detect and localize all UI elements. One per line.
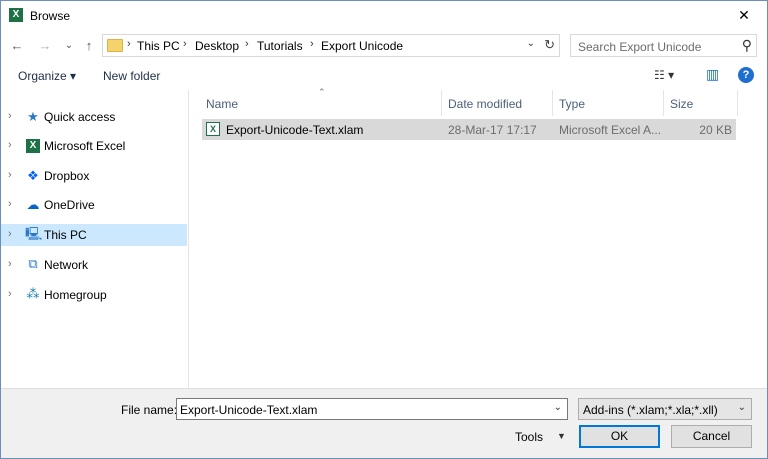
dropbox-icon: ❖	[27, 168, 39, 183]
back-arrow-icon[interactable]: ←	[9, 38, 25, 54]
tools-dropdown-icon[interactable]: ▼	[557, 431, 566, 441]
column-header-size[interactable]: Size	[664, 90, 738, 116]
chevron-right-icon[interactable]: ›	[8, 228, 12, 240]
excel-icon: X	[26, 139, 40, 153]
view-options-icon[interactable]: ☷ ▾	[654, 68, 674, 82]
dialog-footer: File name: Export-Unicode-Text.xlam ⌄ Ad…	[1, 388, 767, 458]
search-box[interactable]: Search Export Unicode ⚲	[570, 34, 757, 57]
tools-button[interactable]: Tools	[515, 430, 543, 444]
sidebar-item-homegroup[interactable]: › ⁂ Homegroup	[1, 284, 187, 306]
computer-icon: 🖳	[25, 227, 43, 242]
star-icon: ★	[27, 109, 39, 124]
address-dropdown-icon[interactable]: ⌄	[527, 38, 535, 49]
breadcrumb-separator-icon[interactable]: ›	[245, 38, 249, 50]
new-folder-button[interactable]: New folder	[103, 69, 160, 83]
up-arrow-icon[interactable]: ↑	[81, 38, 97, 54]
title-bar: X Browse ✕	[1, 1, 767, 30]
file-name-label: File name:	[121, 403, 178, 417]
column-header-type[interactable]: Type	[553, 90, 664, 116]
browse-dialog: X Browse ✕ ← → ⌄ ↑ › This PC › Desktop ›…	[0, 0, 768, 459]
cancel-button[interactable]: Cancel	[671, 425, 752, 448]
chevron-down-icon[interactable]: ⌄	[554, 402, 562, 413]
breadcrumb-separator-icon: ›	[127, 38, 131, 50]
file-type: Microsoft Excel A...	[559, 123, 662, 137]
sidebar-item-network[interactable]: › ⧉ Network	[1, 254, 187, 276]
network-icon: ⧉	[28, 257, 38, 272]
column-header-label: Name	[206, 97, 239, 111]
ok-button[interactable]: OK	[579, 425, 660, 448]
sidebar-item-label: Network	[44, 258, 89, 272]
chevron-right-icon[interactable]: ›	[8, 288, 12, 300]
file-name-field[interactable]: Export-Unicode-Text.xlam ⌄	[176, 398, 568, 420]
column-header-label: Date modified	[448, 97, 523, 111]
column-header-date-modified[interactable]: Date modified	[442, 90, 553, 116]
sidebar-item-label: Dropbox	[44, 169, 90, 183]
column-header-label: Size	[670, 97, 694, 111]
search-icon[interactable]: ⚲	[742, 37, 752, 54]
column-header-label: Type	[559, 97, 586, 111]
chevron-right-icon[interactable]: ›	[8, 258, 12, 270]
help-icon[interactable]: ?	[738, 67, 754, 83]
file-type-filter-value: Add-ins (*.xlam;*.xla;*.xll)	[583, 403, 718, 417]
breadcrumb-export-unicode[interactable]: Export Unicode	[321, 39, 403, 53]
sidebar-item-this-pc[interactable]: › 🖳 This PC	[1, 224, 187, 246]
address-bar[interactable]: › This PC › Desktop › Tutorials › Export…	[102, 34, 560, 57]
chevron-right-icon[interactable]: ›	[8, 198, 12, 210]
close-button[interactable]: ✕	[721, 1, 767, 30]
organize-button[interactable]: Organize ▾	[18, 69, 76, 83]
chevron-down-icon[interactable]: ⌄	[738, 402, 746, 413]
command-bar: Organize ▾ New folder ☷ ▾ ▥ ?	[1, 62, 767, 90]
window-title: Browse	[30, 9, 71, 23]
file-size: 20 KB	[699, 123, 732, 137]
breadcrumb-separator-icon[interactable]: ›	[310, 38, 314, 50]
file-name: Export-Unicode-Text.xlam	[226, 123, 364, 137]
sidebar-item-label: Microsoft Excel	[44, 139, 126, 153]
refresh-icon[interactable]: ↻	[544, 37, 555, 53]
sidebar-item-label: OneDrive	[44, 198, 95, 212]
excel-file-icon: X	[206, 122, 220, 136]
file-list: ⌃ Name Date modified Type Size X Export-…	[190, 87, 767, 388]
file-row[interactable]: X Export-Unicode-Text.xlam 28-Mar-17 17:…	[202, 119, 736, 140]
file-name-value[interactable]: Export-Unicode-Text.xlam	[180, 403, 317, 417]
excel-icon: X	[9, 8, 23, 22]
navigation-pane: › ★ Quick access › X Microsoft Excel › ❖…	[1, 90, 189, 388]
breadcrumb-this-pc[interactable]: This PC	[137, 39, 180, 53]
sidebar-item-label: Homegroup	[44, 288, 107, 302]
sidebar-item-dropbox[interactable]: › ❖ Dropbox	[1, 165, 187, 187]
folder-icon	[107, 39, 123, 52]
preview-pane-icon[interactable]: ▥	[706, 66, 719, 83]
homegroup-icon: ⁂	[26, 287, 40, 302]
chevron-right-icon[interactable]: ›	[8, 110, 12, 122]
cloud-icon: ☁	[26, 197, 40, 212]
sidebar-item-label: Quick access	[44, 110, 116, 124]
forward-arrow-icon[interactable]: →	[37, 38, 53, 54]
sidebar-item-quick-access[interactable]: › ★ Quick access	[1, 106, 187, 128]
breadcrumb-tutorials[interactable]: Tutorials	[257, 39, 303, 53]
recent-locations-icon[interactable]: ⌄	[61, 38, 77, 54]
breadcrumb-separator-icon[interactable]: ›	[183, 38, 187, 50]
chevron-right-icon[interactable]: ›	[8, 139, 12, 151]
chevron-right-icon[interactable]: ›	[8, 169, 12, 181]
column-header-name[interactable]: Name	[200, 90, 442, 116]
search-input[interactable]: Search Export Unicode	[578, 40, 701, 54]
file-type-filter-select[interactable]: Add-ins (*.xlam;*.xla;*.xll) ⌄	[578, 398, 752, 420]
sidebar-item-onedrive[interactable]: › ☁ OneDrive	[1, 194, 187, 216]
navigation-bar: ← → ⌄ ↑ › This PC › Desktop › Tutorials …	[1, 30, 767, 62]
file-date-modified: 28-Mar-17 17:17	[448, 123, 537, 137]
sidebar-item-label: This PC	[44, 228, 87, 242]
breadcrumb-desktop[interactable]: Desktop	[195, 39, 239, 53]
sidebar-item-microsoft-excel[interactable]: › X Microsoft Excel	[1, 135, 187, 157]
